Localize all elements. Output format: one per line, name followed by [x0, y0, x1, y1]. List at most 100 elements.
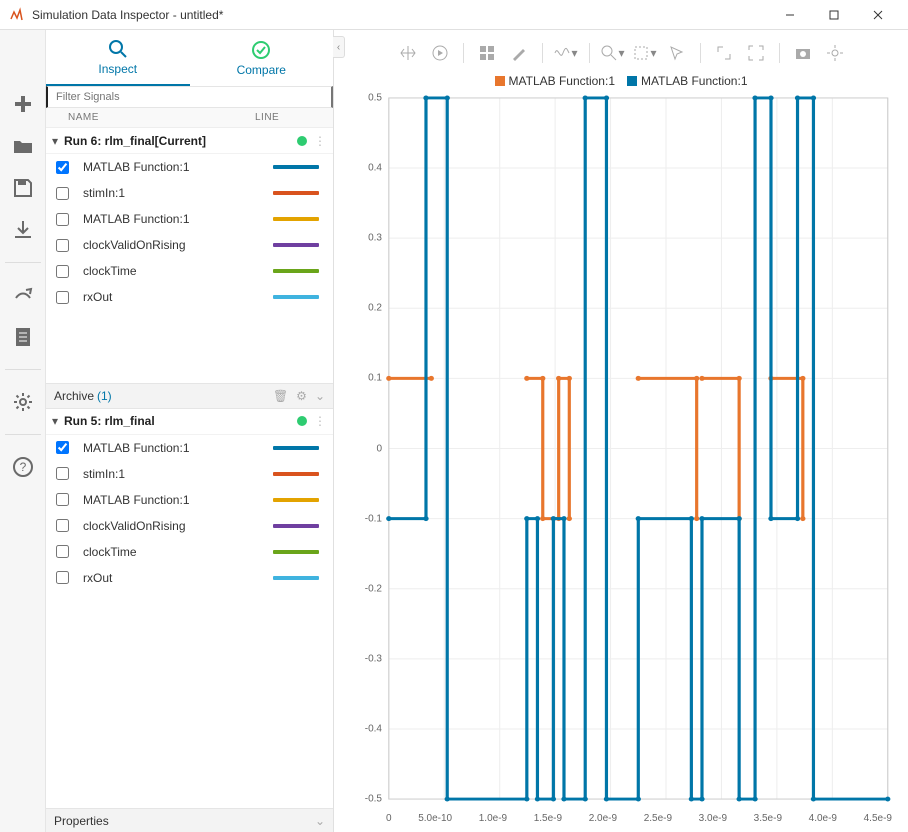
signal-row[interactable]: MATLAB Function:1: [46, 154, 333, 180]
signal-checkbox[interactable]: [56, 519, 69, 532]
chart-legend: MATLAB Function:1 MATLAB Function:1: [334, 70, 908, 92]
inspect-icon: [107, 38, 129, 60]
tab-compare-label: Compare: [237, 63, 286, 77]
signal-row[interactable]: clockTime: [46, 258, 333, 284]
report-icon[interactable]: [9, 323, 37, 351]
signal-checkbox[interactable]: [56, 239, 69, 252]
clear-icon[interactable]: [506, 40, 532, 66]
chevron-down-icon: ▾: [52, 134, 64, 148]
expand-icon[interactable]: [711, 40, 737, 66]
signal-checkbox[interactable]: [56, 291, 69, 304]
matlab-logo-icon: [8, 7, 24, 23]
fullscreen-icon[interactable]: [743, 40, 769, 66]
more-icon[interactable]: ⋮: [313, 134, 327, 148]
signal-checkbox[interactable]: [56, 467, 69, 480]
x-axis-ticks: 05.0e-101.0e-91.5e-92.0e-92.5e-93.0e-93.…: [386, 813, 892, 824]
add-icon[interactable]: [9, 90, 37, 118]
signal-header: NAME LINE: [46, 108, 333, 128]
line-swatch-icon: [273, 165, 319, 169]
tab-inspect[interactable]: Inspect: [46, 30, 190, 86]
x-tick: 2.5e-9: [644, 813, 672, 824]
signal-row[interactable]: MATLAB Function:1: [46, 487, 333, 513]
header-name: NAME: [46, 112, 255, 123]
maximize-button[interactable]: [812, 0, 856, 30]
signal-row[interactable]: stimIn:1: [46, 461, 333, 487]
run-label-archive: Run 5: rlm_final: [64, 414, 297, 428]
archive-label: Archive: [54, 389, 94, 403]
play-icon[interactable]: [427, 40, 453, 66]
signal-row[interactable]: rxOut: [46, 284, 333, 310]
signal-row[interactable]: MATLAB Function:1: [46, 206, 333, 232]
signal-name: clockTime: [83, 545, 273, 559]
signal-row[interactable]: clockValidOnRising: [46, 513, 333, 539]
signal-checkbox[interactable]: [56, 161, 69, 174]
line-swatch-icon: [273, 524, 319, 528]
signal-row[interactable]: clockValidOnRising: [46, 232, 333, 258]
signal-name: stimIn:1: [83, 186, 273, 200]
gear-icon[interactable]: ⚙: [296, 389, 307, 403]
signal-name: MATLAB Function:1: [83, 441, 273, 455]
legend-label-2: MATLAB Function:1: [641, 74, 748, 88]
filter-input[interactable]: [46, 86, 333, 108]
archive-count: (1): [97, 389, 112, 403]
line-swatch-icon: [273, 576, 319, 580]
signal-checkbox[interactable]: [56, 187, 69, 200]
trash-icon[interactable]: 🗑: [273, 389, 288, 403]
folder-icon[interactable]: [9, 132, 37, 160]
zoom-icon[interactable]: ▾: [600, 40, 626, 66]
gear-icon[interactable]: [822, 40, 848, 66]
signal-checkbox[interactable]: [56, 545, 69, 558]
pan-icon[interactable]: [395, 40, 421, 66]
save-icon[interactable]: [9, 174, 37, 202]
signal-type-icon[interactable]: ▾: [553, 40, 579, 66]
chevron-down-icon[interactable]: ⌄: [315, 389, 325, 403]
more-icon[interactable]: ⋮: [313, 414, 327, 428]
signal-name: MATLAB Function:1: [83, 212, 273, 226]
close-button[interactable]: [856, 0, 900, 30]
legend-swatch-2: [627, 76, 637, 86]
grid-layout-icon[interactable]: [474, 40, 500, 66]
signal-row[interactable]: clockTime: [46, 539, 333, 565]
chart[interactable]: 0.50.40.30.20.10-0.1-0.2-0.3-0.4-0.5: [340, 94, 892, 803]
cursor-icon[interactable]: [664, 40, 690, 66]
camera-icon[interactable]: [790, 40, 816, 66]
line-swatch-icon: [273, 269, 319, 273]
signal-checkbox[interactable]: [56, 493, 69, 506]
chevron-down-icon: ▾: [52, 414, 64, 428]
fit-icon[interactable]: ▾: [632, 40, 658, 66]
tab-compare[interactable]: Compare: [190, 30, 334, 86]
plot-area: ‹ ▾ ▾ ▾ MATLAB Function:1 MATLAB Functio…: [334, 30, 908, 832]
signal-row[interactable]: MATLAB Function:1: [46, 435, 333, 461]
plot-toolbar: ▾ ▾ ▾: [334, 30, 908, 70]
signal-checkbox[interactable]: [56, 571, 69, 584]
x-tick: 4.5e-9: [864, 813, 892, 824]
status-dot-icon: [297, 416, 307, 426]
chevron-down-icon[interactable]: ⌄: [315, 814, 325, 828]
legend-label-1: MATLAB Function:1: [509, 74, 616, 88]
titlebar: Simulation Data Inspector - untitled*: [0, 0, 908, 30]
signal-row[interactable]: stimIn:1: [46, 180, 333, 206]
line-swatch-icon: [273, 472, 319, 476]
x-tick: 5.0e-10: [418, 813, 452, 824]
properties-bar[interactable]: Properties ⌄: [46, 808, 333, 832]
archive-bar[interactable]: Archive (1) 🗑 ⚙ ⌄: [46, 383, 333, 409]
line-swatch-icon: [273, 498, 319, 502]
legend-swatch-1: [495, 76, 505, 86]
signal-checkbox[interactable]: [56, 213, 69, 226]
signal-checkbox[interactable]: [56, 441, 69, 454]
help-icon[interactable]: ?: [9, 453, 37, 481]
export-icon[interactable]: [9, 281, 37, 309]
import-icon[interactable]: [9, 216, 37, 244]
signal-name: MATLAB Function:1: [83, 160, 273, 174]
x-tick: 1.5e-9: [534, 813, 562, 824]
run-row-archive[interactable]: ▾ Run 5: rlm_final ⋮: [46, 409, 333, 435]
signal-checkbox[interactable]: [56, 265, 69, 278]
minimize-button[interactable]: [768, 0, 812, 30]
x-tick: 3.0e-9: [699, 813, 727, 824]
signal-name: clockValidOnRising: [83, 519, 273, 533]
settings-icon[interactable]: [9, 388, 37, 416]
signal-row[interactable]: rxOut: [46, 565, 333, 591]
tab-inspect-label: Inspect: [98, 62, 137, 76]
collapse-panel-icon[interactable]: ‹: [333, 36, 345, 58]
run-row-current[interactable]: ▾ Run 6: rlm_final[Current] ⋮: [46, 128, 333, 154]
